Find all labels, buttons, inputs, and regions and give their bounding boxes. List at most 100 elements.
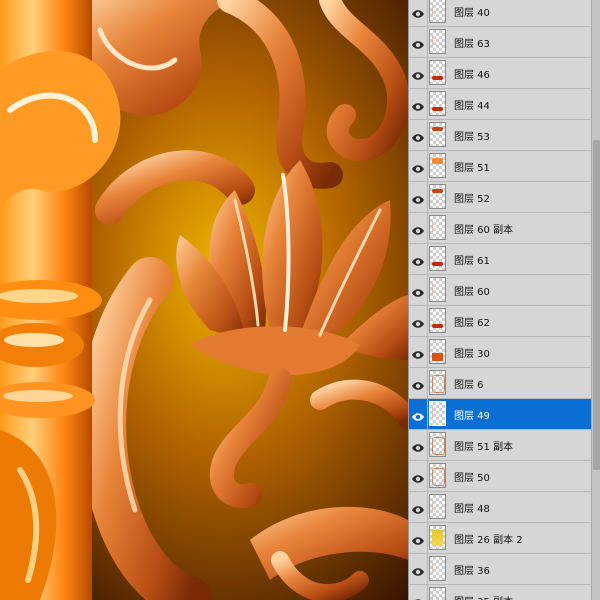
layer-name[interactable]: 图层 51 副本	[454, 438, 513, 453]
layer-thumbnail[interactable]	[429, 525, 446, 550]
eye-icon[interactable]	[411, 501, 425, 514]
layer-thumbnail[interactable]	[429, 339, 446, 364]
layer-thumbnail[interactable]	[429, 60, 446, 85]
layer-thumbnail[interactable]	[429, 308, 446, 333]
eye-icon[interactable]	[411, 439, 425, 452]
eye-icon[interactable]	[411, 160, 425, 173]
layer-row[interactable]: 图层 53	[409, 120, 591, 151]
eye-icon[interactable]	[411, 377, 425, 390]
layer-thumbnail[interactable]	[429, 494, 446, 519]
layer-name[interactable]: 图层 51	[454, 159, 490, 174]
layer-thumbnail[interactable]	[429, 91, 446, 116]
layer-thumbnail[interactable]	[429, 463, 446, 488]
layer-name[interactable]: 图层 44	[454, 97, 490, 112]
layer-name[interactable]: 图层 30	[454, 345, 490, 360]
layer-name[interactable]: 图层 60	[454, 283, 490, 298]
layer-thumbnail[interactable]	[429, 184, 446, 209]
divider	[427, 151, 428, 181]
layer-row[interactable]: 图层 63	[409, 27, 591, 58]
divider	[427, 492, 428, 522]
eye-icon[interactable]	[411, 346, 425, 359]
layer-thumbnail[interactable]	[429, 215, 446, 240]
eye-icon[interactable]	[411, 253, 425, 266]
layer-thumbnail[interactable]	[429, 246, 446, 271]
eye-icon[interactable]	[411, 284, 425, 297]
divider	[427, 461, 428, 491]
divider	[427, 337, 428, 367]
layer-name[interactable]: 图层 61	[454, 252, 490, 267]
layer-name[interactable]: 图层 48	[454, 500, 490, 515]
layer-row[interactable]: 图层 60	[409, 275, 591, 306]
document-canvas[interactable]	[0, 0, 408, 600]
layer-row[interactable]: 图层 51	[409, 151, 591, 182]
eye-icon[interactable]	[411, 594, 425, 600]
divider	[427, 585, 428, 600]
layer-row[interactable]: 图层 46	[409, 58, 591, 89]
layer-thumbnail[interactable]	[429, 370, 446, 395]
layer-name[interactable]: 图层 50	[454, 469, 490, 484]
eye-icon[interactable]	[411, 67, 425, 80]
eye-icon[interactable]	[411, 408, 425, 421]
layer-row[interactable]: 图层 51 副本	[409, 430, 591, 461]
layer-thumbnail[interactable]	[429, 153, 446, 178]
layer-name[interactable]: 图层 52	[454, 190, 490, 205]
eye-icon[interactable]	[411, 36, 425, 49]
layer-row[interactable]: 图层 52	[409, 182, 591, 213]
divider	[427, 554, 428, 584]
layer-row[interactable]: 图层 40	[409, 0, 591, 27]
eye-icon[interactable]	[411, 315, 425, 328]
divider	[427, 58, 428, 88]
layer-name[interactable]: 图层 62	[454, 314, 490, 329]
layer-row[interactable]: 图层 62	[409, 306, 591, 337]
eye-icon[interactable]	[411, 470, 425, 483]
layer-row[interactable]: 图层 26 副本 2	[409, 523, 591, 554]
eye-icon[interactable]	[411, 532, 425, 545]
layer-thumbnail[interactable]	[429, 277, 446, 302]
layer-name[interactable]: 图层 36	[454, 562, 490, 577]
layer-name[interactable]: 图层 49	[454, 407, 490, 422]
divider	[427, 0, 428, 26]
divider	[427, 275, 428, 305]
layer-name[interactable]: 图层 26 副本 2	[454, 531, 523, 546]
layer-name[interactable]: 图层 46	[454, 66, 490, 81]
divider	[427, 27, 428, 57]
layer-name[interactable]: 图层 60 副本	[454, 221, 513, 236]
layer-row[interactable]: 图层 44	[409, 89, 591, 120]
eye-icon[interactable]	[411, 563, 425, 576]
layer-row[interactable]: 图层 35 副本	[409, 585, 591, 600]
layer-name[interactable]: 图层 6	[454, 376, 484, 391]
layer-thumbnail[interactable]	[429, 432, 446, 457]
divider	[427, 399, 428, 429]
layer-thumbnail[interactable]	[429, 401, 446, 426]
layer-thumbnail[interactable]	[429, 587, 446, 600]
layer-name[interactable]: 图层 40	[454, 4, 490, 19]
layer-row[interactable]: 图层 48	[409, 492, 591, 523]
divider	[427, 120, 428, 150]
layer-row[interactable]: 图层 6	[409, 368, 591, 399]
layer-row[interactable]: 图层 36	[409, 554, 591, 585]
layer-name[interactable]: 图层 35 副本	[454, 593, 513, 600]
layer-row[interactable]: 图层 50	[409, 461, 591, 492]
eye-icon[interactable]	[411, 191, 425, 204]
layer-row[interactable]: 图层 30	[409, 337, 591, 368]
scrollbar-thumb[interactable]	[593, 140, 600, 470]
divider	[427, 244, 428, 274]
layers-panel: 图层 40 图层 63 图层 46 图层 44 图层 53 图层 51 图层 52 图层 60…	[408, 0, 600, 600]
layer-thumbnail[interactable]	[429, 0, 446, 23]
divider	[427, 523, 428, 553]
layer-row[interactable]: 图层 49	[409, 399, 591, 430]
eye-icon[interactable]	[411, 5, 425, 18]
divider	[427, 368, 428, 398]
layer-thumbnail[interactable]	[429, 122, 446, 147]
layers-scrollbar[interactable]	[591, 0, 600, 600]
layer-thumbnail[interactable]	[429, 29, 446, 54]
divider	[427, 430, 428, 460]
layer-name[interactable]: 图层 63	[454, 35, 490, 50]
eye-icon[interactable]	[411, 222, 425, 235]
layer-row[interactable]: 图层 61	[409, 244, 591, 275]
layer-thumbnail[interactable]	[429, 556, 446, 581]
eye-icon[interactable]	[411, 129, 425, 142]
layer-name[interactable]: 图层 53	[454, 128, 490, 143]
eye-icon[interactable]	[411, 98, 425, 111]
layer-row[interactable]: 图层 60 副本	[409, 213, 591, 244]
